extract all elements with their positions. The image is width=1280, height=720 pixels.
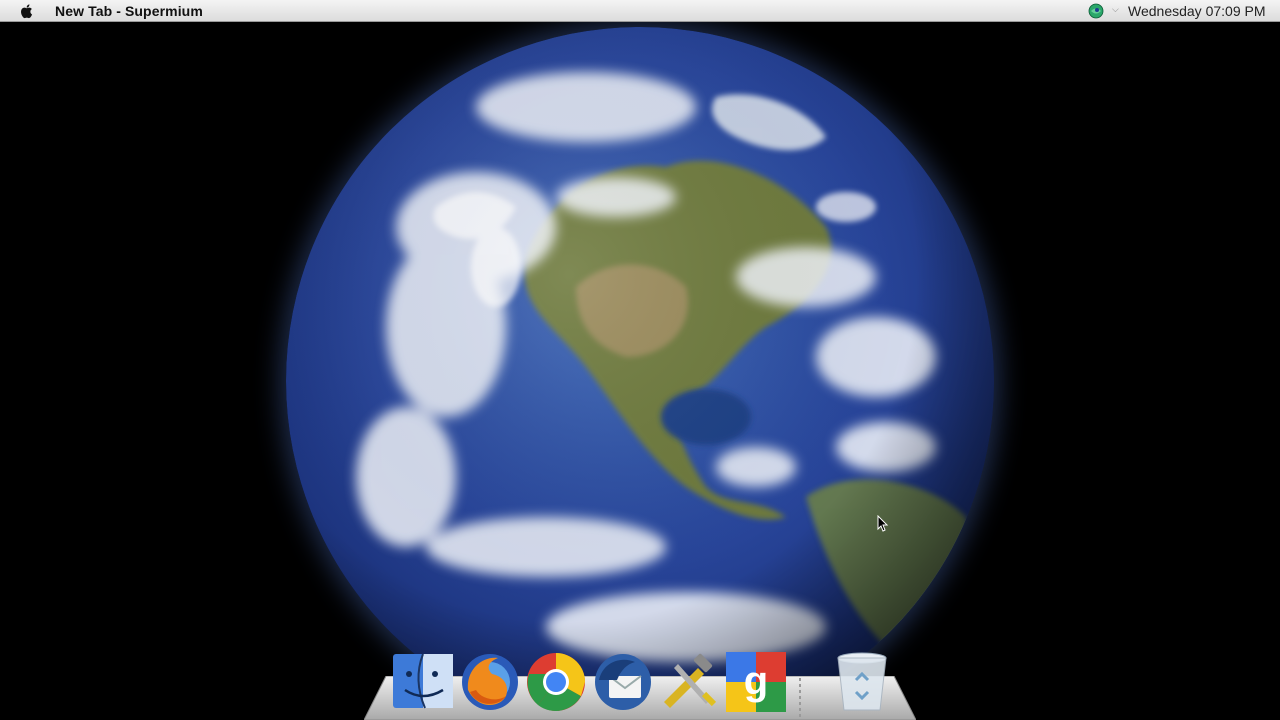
dock-item-finder[interactable] [391, 650, 455, 714]
firefox-icon [462, 654, 518, 710]
dock-item-thunderbird[interactable] [591, 650, 655, 714]
google-icon: g [726, 652, 786, 712]
chrome-icon [527, 653, 585, 711]
menu-bar: New Tab - Supermium ⌵ Wednesday 07:09 PM [0, 0, 1280, 22]
earth-globe-image [286, 27, 994, 720]
dock-item-trash[interactable] [830, 650, 894, 714]
window-title: New Tab - Supermium [55, 3, 203, 19]
mouse-cursor-icon [877, 515, 889, 532]
dock-item-firefox[interactable] [458, 650, 522, 714]
dock-item-google[interactable]: g [724, 650, 788, 714]
clock[interactable]: Wednesday 07:09 PM [1128, 3, 1266, 19]
desktop[interactable] [0, 22, 1280, 720]
dock-item-utilities[interactable] [658, 650, 722, 714]
thunderbird-icon [595, 654, 651, 710]
dock-item-chrome[interactable] [524, 650, 588, 714]
earth-wallpaper [286, 27, 994, 720]
finder-icon [393, 653, 453, 709]
utilities-tools-icon [664, 653, 717, 708]
apple-logo-icon[interactable] [18, 2, 36, 20]
svg-text:g: g [744, 659, 768, 703]
chevron-down-icon[interactable]: ⌵ [1112, 4, 1119, 15]
trash-icon [837, 652, 887, 711]
network-globe-icon[interactable] [1088, 3, 1104, 19]
